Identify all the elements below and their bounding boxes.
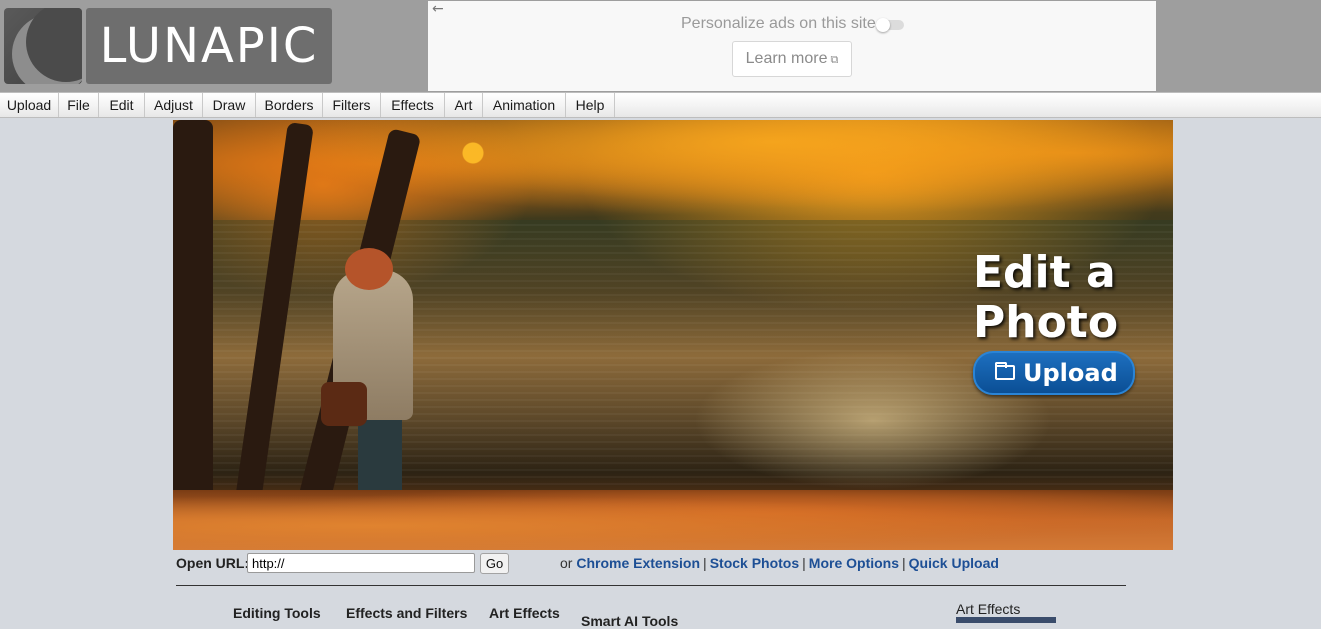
link-separator: |	[703, 555, 707, 571]
link-separator: |	[902, 555, 906, 571]
tab-editing-tools[interactable]: Editing Tools	[233, 605, 321, 621]
upload-options-links: or Chrome Extension | Stock Photos | More Op…	[560, 555, 999, 571]
menu-help[interactable]: Help	[566, 93, 615, 117]
hero-title: Edit a Photo	[973, 247, 1119, 348]
external-link-icon: ⧉	[830, 54, 839, 66]
quick-upload-link[interactable]: Quick Upload	[909, 555, 999, 571]
hero-upload-label: Upload	[1023, 359, 1118, 387]
header-bar: LUNAPIC ← Personalize ads on this site L…	[0, 0, 1321, 92]
tree-trunk	[173, 120, 213, 510]
moon-logo-icon	[4, 8, 82, 84]
menu-draw[interactable]: Draw	[203, 93, 256, 117]
tab-effects-and-filters[interactable]: Effects and Filters	[346, 605, 467, 621]
open-url-label: Open URL:	[176, 555, 250, 571]
back-arrow-icon[interactable]: ←	[432, 1, 444, 17]
hero-banner: Edit a Photo Upload	[173, 120, 1173, 550]
links-prefix: or	[560, 555, 573, 571]
ad-banner: ← Personalize ads on this site Learn mor…	[428, 1, 1156, 91]
open-url-input[interactable]	[247, 553, 475, 573]
logo-text: LUNAPIC	[86, 8, 332, 84]
folder-icon	[995, 362, 1015, 380]
menu-adjust[interactable]: Adjust	[145, 93, 203, 117]
menu-effects[interactable]: Effects	[381, 93, 445, 117]
more-options-link[interactable]: More Options	[809, 555, 899, 571]
lunapic-logo[interactable]: LUNAPIC	[4, 8, 332, 84]
personalize-ads-text: Personalize ads on this site	[681, 15, 876, 32]
chrome-extension-link[interactable]: Chrome Extension	[576, 555, 700, 571]
photographer-head	[345, 248, 393, 290]
autumn-foliage	[173, 120, 1173, 230]
link-separator: |	[802, 555, 806, 571]
shoulder-bag	[321, 382, 367, 426]
menu-file[interactable]: File	[59, 93, 99, 117]
menu-upload[interactable]: Upload	[0, 93, 59, 117]
menu-borders[interactable]: Borders	[256, 93, 323, 117]
stock-photos-link[interactable]: Stock Photos	[710, 555, 799, 571]
menu-animation[interactable]: Animation	[483, 93, 566, 117]
learn-more-button[interactable]: Learn more ⧉	[732, 41, 852, 77]
toggle-knob	[876, 18, 890, 32]
fallen-leaves	[173, 490, 1173, 550]
art-effects-heading: Art Effects	[956, 601, 1021, 617]
art-effects-thumbnail[interactable]	[956, 617, 1056, 623]
menu-filters[interactable]: Filters	[323, 93, 381, 117]
menu-edit[interactable]: Edit	[99, 93, 145, 117]
learn-more-label: Learn more	[745, 50, 828, 67]
menu-art[interactable]: Art	[445, 93, 483, 117]
section-divider	[176, 585, 1126, 586]
go-button[interactable]: Go	[480, 553, 509, 574]
hero-upload-button[interactable]: Upload	[973, 351, 1135, 395]
personalize-ads-toggle[interactable]	[876, 18, 904, 32]
tab-smart-ai-tools[interactable]: Smart AI Tools	[581, 613, 678, 629]
main-menu: Upload File Edit Adjust Draw Borders Fil…	[0, 92, 1321, 118]
tab-art-effects[interactable]: Art Effects	[489, 605, 560, 621]
